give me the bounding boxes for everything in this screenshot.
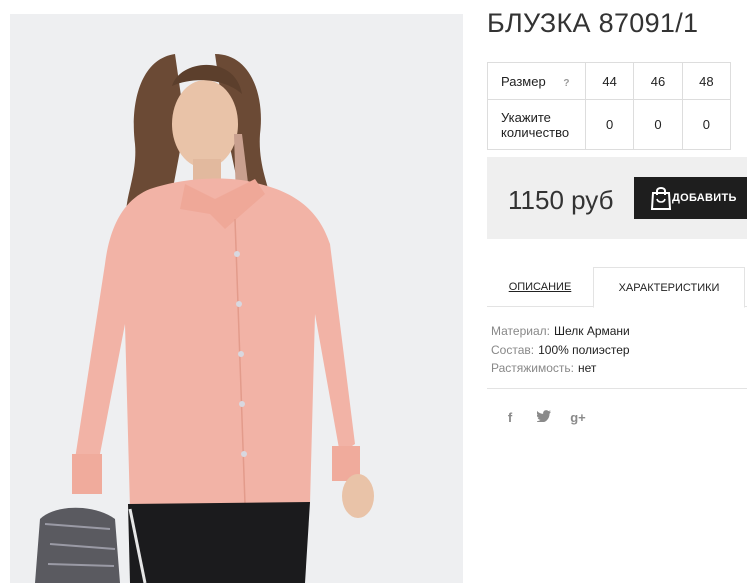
add-to-cart-label: ДОБАВИТЬ [672, 192, 737, 204]
product-title: БЛУЗКА 87091/1 [487, 8, 699, 38]
characteristic-row: Материал: Шелк Армани [491, 322, 630, 341]
tab-characteristics[interactable]: ХАРАКТЕРИСТИКИ [593, 267, 745, 308]
quantity-input-44[interactable]: 0 [584, 99, 635, 150]
divider [487, 388, 747, 389]
size-label-cell: Размер ? [487, 62, 586, 100]
characteristics-list: Материал: Шелк Армани Состав: 100% полиэст… [491, 322, 630, 378]
characteristic-row: Состав: 100% полиэстер [491, 341, 630, 360]
help-icon[interactable]: ? [563, 78, 569, 89]
product-tabs: ОПИСАНИЕ ХАРАКТЕРИСТИКИ [487, 267, 747, 308]
product-photo[interactable] [10, 14, 463, 583]
characteristic-key: Растяжимость: [491, 361, 575, 375]
size-44[interactable]: 44 [584, 62, 635, 100]
facebook-icon[interactable]: f [500, 410, 520, 425]
size-label: Размер [501, 73, 546, 89]
social-share: f g+ [500, 410, 588, 425]
characteristic-key: Состав: [491, 342, 535, 357]
twitter-icon[interactable] [534, 410, 554, 425]
characteristic-value: Шелк Армани [553, 324, 630, 338]
price-panel: 1150 руб ДОБАВИТЬ [487, 157, 747, 239]
size-row: Размер ? 44 46 48 [487, 62, 732, 100]
characteristic-key: Материал: [491, 324, 550, 338]
google-plus-icon[interactable]: g+ [568, 410, 588, 425]
characteristic-row: Растяжимость: нет [491, 359, 630, 378]
product-price: 1150 руб [508, 185, 614, 215]
quantity-label: Укажите количество [487, 99, 586, 150]
size-48[interactable]: 48 [681, 62, 732, 100]
size-46[interactable]: 46 [633, 62, 683, 100]
quantity-input-48[interactable]: 0 [681, 99, 732, 150]
add-to-cart-button[interactable]: ДОБАВИТЬ [634, 177, 747, 219]
shopping-bag-icon [650, 187, 672, 210]
quantity-row: Укажите количество 0 0 0 [487, 99, 732, 150]
tab-description[interactable]: ОПИСАНИЕ [487, 267, 593, 307]
characteristic-value: 100% полиэстер [538, 342, 630, 357]
quantity-input-46[interactable]: 0 [633, 99, 683, 150]
size-selector-table: Размер ? 44 46 48 Укажите количество 0 0… [487, 62, 732, 150]
characteristic-value: нет [578, 361, 597, 375]
